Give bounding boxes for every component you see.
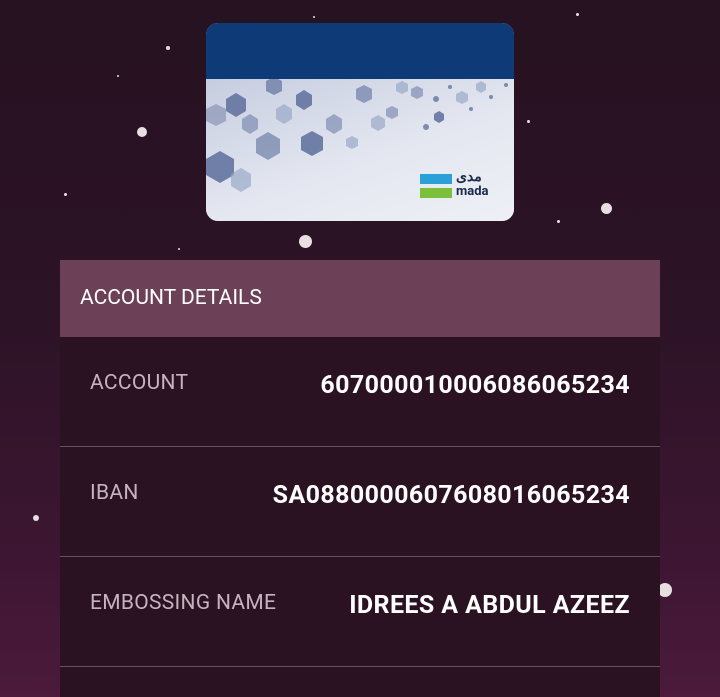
mada-latin-label: mada bbox=[456, 184, 489, 199]
mada-logo: مدى mada bbox=[420, 169, 498, 201]
next-row-partial[interactable] bbox=[60, 667, 660, 697]
star-decoration bbox=[166, 46, 170, 50]
card-body: مدى mada bbox=[206, 79, 514, 221]
card-top-band bbox=[206, 23, 514, 79]
star-decoration bbox=[178, 248, 180, 250]
account-details-panel: ACCOUNT DETAILS ACCOUNT 6070000100060860… bbox=[60, 260, 660, 697]
star-decoration bbox=[527, 120, 530, 123]
mada-blue-bar bbox=[420, 174, 452, 184]
star-decoration bbox=[299, 235, 312, 248]
star-decoration bbox=[33, 515, 39, 521]
account-row[interactable]: ACCOUNT 607000010006086065234 bbox=[60, 337, 660, 446]
embossing-name-row[interactable]: EMBOSSING NAME IDREES A ABDUL AZEEZ bbox=[60, 557, 660, 666]
mada-green-bar bbox=[420, 188, 452, 198]
star-decoration bbox=[64, 193, 67, 196]
star-decoration bbox=[601, 203, 612, 214]
account-details-header: ACCOUNT DETAILS bbox=[60, 260, 660, 337]
iban-label: IBAN bbox=[90, 481, 139, 505]
star-decoration bbox=[313, 16, 315, 18]
star-decoration bbox=[557, 220, 560, 223]
mada-card-image[interactable]: مدى mada bbox=[206, 23, 514, 221]
account-label: ACCOUNT bbox=[90, 371, 189, 395]
mada-arabic-label: مدى bbox=[456, 169, 482, 185]
star-decoration bbox=[117, 75, 119, 77]
account-value: 607000010006086065234 bbox=[320, 371, 630, 400]
star-decoration bbox=[658, 583, 672, 597]
embossing-name-label: EMBOSSING NAME bbox=[90, 591, 277, 615]
star-decoration bbox=[137, 127, 147, 137]
star-decoration bbox=[576, 13, 579, 16]
embossing-name-value: IDREES A ABDUL AZEEZ bbox=[349, 591, 630, 620]
iban-row[interactable]: IBAN SA0880000607608016065234 bbox=[60, 447, 660, 556]
iban-value: SA0880000607608016065234 bbox=[272, 481, 630, 510]
